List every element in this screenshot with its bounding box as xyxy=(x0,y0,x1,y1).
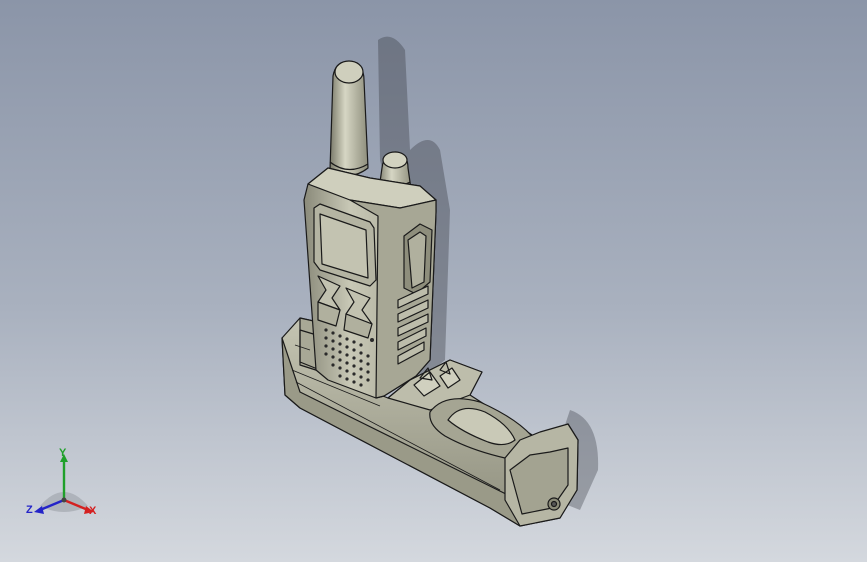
view-orientation-triad[interactable]: Y X Z xyxy=(26,448,104,522)
model-render[interactable] xyxy=(0,0,867,562)
radio-body xyxy=(303,60,437,399)
z-axis-label: Z xyxy=(26,504,33,516)
graphics-viewport[interactable]: Y X Z xyxy=(0,0,867,562)
x-axis-label: X xyxy=(89,505,97,517)
y-axis-label: Y xyxy=(59,447,67,459)
